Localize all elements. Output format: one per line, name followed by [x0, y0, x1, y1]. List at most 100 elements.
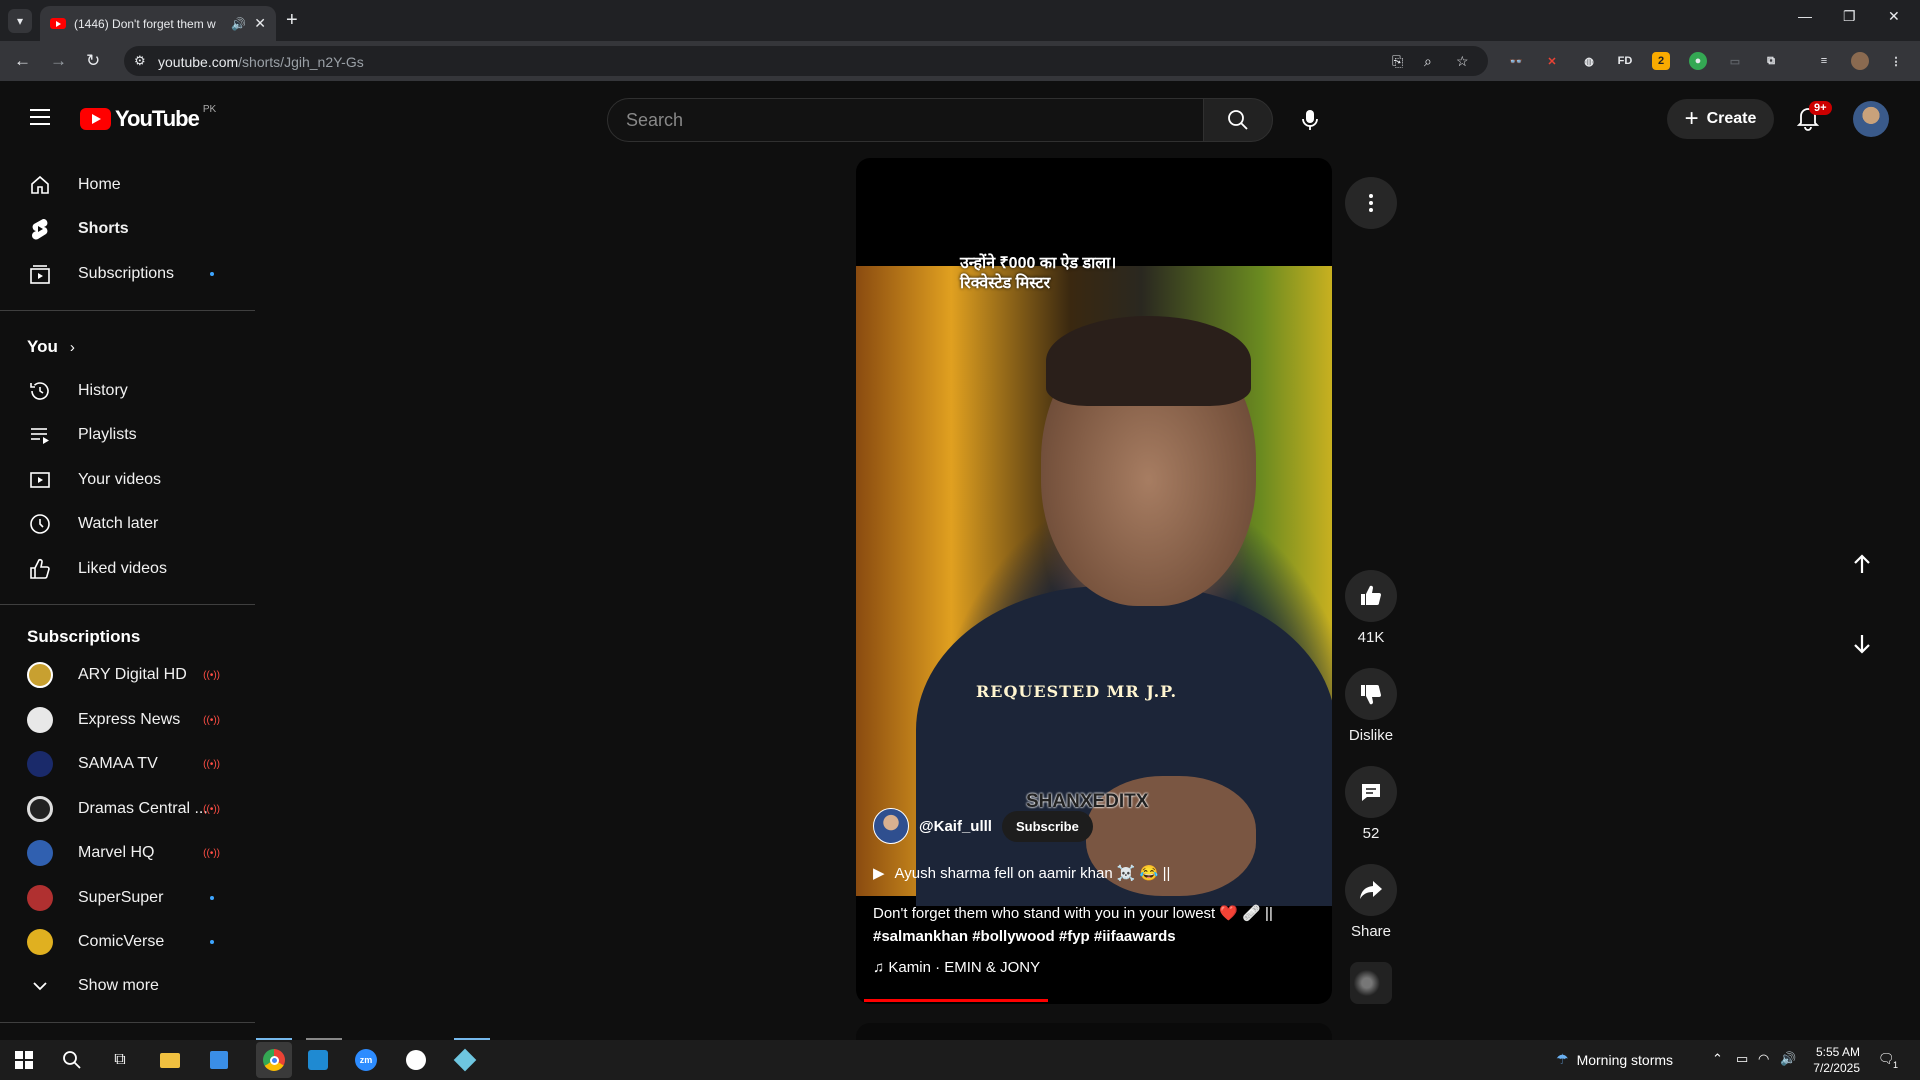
extension-green-icon[interactable]: ● [1689, 52, 1707, 70]
extension-grey-icon[interactable]: ▭ [1726, 52, 1744, 70]
sidebar-channel-samaa-tv[interactable]: SAMAA TV ((•)) [12, 744, 244, 784]
channel-avatar[interactable] [873, 808, 909, 844]
battery-icon[interactable]: ▭ [1736, 1051, 1748, 1067]
channel-name: SuperSuper [78, 889, 164, 906]
system-clock[interactable]: 5:55 AM 7/2/2025 [1800, 1044, 1860, 1076]
address-bar[interactable]: ⚙ youtube.com/shorts/Jgih_n2Y-Gs ⎘ ⌕ ☆ [124, 46, 1488, 76]
bookmark-star-icon[interactable]: ☆ [1456, 53, 1469, 70]
shorts-player[interactable]: उन्होंने ₹000 का ऐड डाला। रिक्वेस्टेड मि… [856, 158, 1332, 1004]
create-button[interactable]: + Create [1667, 99, 1774, 139]
voice-search-button[interactable] [1290, 100, 1330, 140]
windows-start-icon[interactable] [12, 1048, 36, 1072]
menu-icon[interactable] [30, 109, 50, 130]
profile-avatar-icon[interactable] [1851, 52, 1869, 70]
window-close-icon[interactable]: ✕ [1888, 8, 1900, 25]
home-icon [12, 173, 68, 197]
tab-search-dropdown-icon[interactable]: ▾ [8, 9, 32, 33]
music-title: Kamin · EMIN & JONY [888, 959, 1041, 976]
show-more-button[interactable]: Show more [12, 966, 244, 1006]
thumbs-up-icon [1361, 585, 1381, 605]
progress-bar[interactable] [864, 999, 1324, 1002]
sound-thumbnail[interactable] [1350, 962, 1392, 1004]
minimize-icon[interactable]: — [1798, 8, 1812, 24]
sidebar-item-history[interactable]: History [12, 371, 244, 411]
dislike-button[interactable] [1345, 668, 1397, 720]
install-app-icon[interactable]: ⎘ [1392, 53, 1403, 70]
country-code: PK [202, 103, 217, 115]
extension-folder-icon[interactable]: 2 [1652, 52, 1670, 70]
chrome-icon[interactable] [256, 1042, 292, 1078]
account-avatar[interactable] [1853, 101, 1889, 137]
sidebar-item-subscriptions[interactable]: Subscriptions [12, 254, 244, 294]
taskbar-search-icon[interactable] [60, 1048, 84, 1072]
extension-fd-icon[interactable]: FD [1616, 52, 1634, 70]
file-explorer-icon[interactable] [158, 1048, 182, 1072]
tray-chevron-up-icon[interactable]: ⌃ [1712, 1051, 1723, 1067]
forward-icon[interactable]: → [50, 51, 67, 71]
next-short-button[interactable] [1844, 626, 1880, 662]
channel-name: ComicVerse [78, 933, 165, 950]
restore-icon[interactable]: ❐ [1843, 8, 1856, 25]
volume-icon[interactable]: 🔊 [1780, 1051, 1796, 1067]
sidebar-channel-comicverse[interactable]: ComicVerse [12, 922, 244, 962]
comment-icon [1362, 784, 1380, 801]
sidebar-channel-dramas-central[interactable]: Dramas Central ... ((•)) [12, 789, 244, 829]
extension-x-icon[interactable]: ✕ [1543, 52, 1561, 70]
channel-avatar [27, 929, 53, 955]
more-options-button[interactable] [1345, 177, 1397, 229]
sidebar-item-playlists[interactable]: Playlists [12, 415, 244, 455]
weather-widget[interactable]: ☂ Morning storms [1556, 1051, 1673, 1068]
playlist-link[interactable]: ▶ Ayush sharma fell on aamir khan ☠️ 😂 |… [873, 864, 1170, 882]
short-description[interactable]: Don't forget them who stand with you in … [873, 902, 1313, 948]
extension-glasses-icon[interactable]: 👓 [1507, 52, 1525, 70]
youtube-logo[interactable]: YouTube PK [80, 103, 217, 132]
tab-close-icon[interactable]: ✕ [254, 15, 266, 32]
extension-globe-icon[interactable]: ◍ [1580, 52, 1598, 70]
sidebar-channel-express-news[interactable]: Express News ((•)) [12, 700, 244, 740]
like-button[interactable] [1345, 570, 1397, 622]
sidebar-you-link[interactable]: You › [12, 327, 244, 367]
open-app-indicator [306, 1038, 342, 1040]
extensions-puzzle-icon[interactable]: ⧉ [1762, 52, 1780, 70]
media-control-icon[interactable]: ≡ [1815, 52, 1833, 70]
sidebar-item-liked-videos[interactable]: Liked videos [12, 549, 244, 589]
app-drop-icon[interactable] [404, 1048, 428, 1072]
vscode-icon[interactable] [306, 1048, 330, 1072]
site-info-icon[interactable]: ⚙ [134, 53, 146, 69]
zoom-icon[interactable]: ⌕ [1424, 53, 1432, 70]
microsoft-store-icon[interactable] [207, 1048, 231, 1072]
browser-toolbar: ← → ↻ ⚙ youtube.com/shorts/Jgih_n2Y-Gs ⎘… [0, 41, 1920, 81]
app-diamond-icon[interactable] [453, 1048, 477, 1072]
new-tab-button[interactable]: + [286, 10, 298, 30]
share-button[interactable] [1345, 864, 1397, 916]
sidebar-item-your-videos[interactable]: Your videos [12, 460, 244, 500]
sidebar-channel-supersuper[interactable]: SuperSuper [12, 878, 244, 918]
sidebar-channel-marvel-hq[interactable]: Marvel HQ ((•)) [12, 833, 244, 873]
sidebar-item-watch-later[interactable]: Watch later [12, 504, 244, 544]
sidebar-item-shorts[interactable]: Shorts [12, 209, 244, 249]
previous-short-button[interactable] [1844, 546, 1880, 582]
description-text: Don't forget them who stand with you in … [873, 905, 1273, 922]
comments-button[interactable] [1345, 766, 1397, 818]
live-icon: ((•)) [203, 758, 220, 770]
zoom-app-icon[interactable]: zm [354, 1048, 378, 1072]
sidebar-channel-ary-digital-hd[interactable]: ARY Digital HD ((•)) [12, 655, 244, 695]
sidebar-item-home[interactable]: Home [12, 165, 244, 205]
task-view-icon[interactable]: ⧉ [108, 1048, 132, 1072]
browser-menu-icon[interactable]: ⋮ [1887, 52, 1905, 70]
sidebar-item-label: Shorts [78, 220, 129, 237]
search-input[interactable] [608, 99, 1203, 141]
live-icon: ((•)) [203, 803, 220, 815]
channel-handle[interactable]: @Kaif_ulll [919, 818, 992, 835]
search-field[interactable] [607, 98, 1204, 142]
search-button[interactable] [1203, 98, 1273, 142]
music-link[interactable]: ♫ Kamin · EMIN & JONY [873, 959, 1040, 976]
hashtags[interactable]: #salmankhan #bollywood #fyp #iifaawards [873, 928, 1176, 945]
tab-audio-icon[interactable]: 🔊 [231, 17, 246, 31]
arrow-down-icon [1854, 635, 1870, 654]
back-icon[interactable]: ← [14, 51, 31, 71]
wifi-icon[interactable]: ◠ [1758, 1051, 1769, 1067]
subscribe-button[interactable]: Subscribe [1001, 810, 1093, 842]
browser-tab-active[interactable]: (1446) Don't forget them w 🔊 ✕ [40, 6, 276, 41]
reload-icon[interactable]: ↻ [86, 51, 100, 71]
